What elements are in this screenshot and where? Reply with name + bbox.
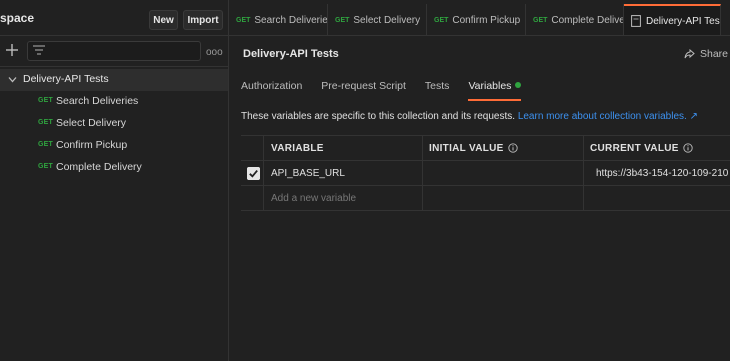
- tab-method: GET: [236, 16, 251, 24]
- learn-more-link[interactable]: Learn more about collection variables. ↗: [518, 111, 698, 122]
- share-icon: [684, 49, 695, 59]
- tab-pre-request-script[interactable]: Pre-request Script: [321, 80, 406, 100]
- sidebar-toolbar: ooo: [0, 36, 228, 67]
- info-icon[interactable]: [683, 143, 693, 153]
- description-text: These variables are specific to this col…: [241, 111, 516, 122]
- plus-icon[interactable]: [5, 43, 19, 57]
- request-method: GET: [38, 163, 53, 170]
- tab-tests[interactable]: Tests: [425, 80, 450, 100]
- tab-label: Confirm Pickup: [452, 14, 521, 26]
- sidebar: space New Import ooo Delivery-API Tests …: [0, 0, 229, 361]
- request-item-search-deliveries[interactable]: GET Search Deliveries: [0, 91, 228, 113]
- current-value: https://3b43-154-120-109-210: [596, 168, 729, 179]
- postman-app: space New Import ooo Delivery-API Tests …: [0, 0, 730, 361]
- request-tab-bar: GET Search Deliverie GET Select Delivery…: [229, 0, 730, 36]
- header-variable-cell: VARIABLE: [263, 136, 422, 161]
- table-header-row: VARIABLE INITIAL VALUE CURRENT VALUE: [241, 136, 730, 161]
- header-variable: VARIABLE: [271, 143, 324, 154]
- sidebar-search-input[interactable]: [27, 41, 201, 61]
- request-name: Select Delivery: [56, 117, 127, 129]
- checkbox-checked-icon[interactable]: [247, 167, 260, 180]
- share-label: Share: [700, 48, 729, 60]
- header-current-cell: CURRENT VALUE: [583, 136, 730, 161]
- add-variable-input[interactable]: Add a new variable: [271, 193, 356, 204]
- tab-confirm-pickup[interactable]: GET Confirm Pickup: [427, 4, 526, 35]
- request-method: GET: [38, 97, 53, 104]
- tab-label: Select Delivery: [353, 14, 421, 26]
- collection-item[interactable]: Delivery-API Tests: [0, 69, 228, 91]
- tab-label: Search Deliverie: [254, 14, 328, 26]
- filter-icon[interactable]: [33, 45, 45, 55]
- status-dot-icon: [515, 82, 522, 88]
- collection-doc-icon: [631, 15, 641, 27]
- variable-name-cell[interactable]: API_BASE_URL: [263, 161, 422, 186]
- tab-label: Complete Delive: [551, 14, 624, 26]
- request-item-confirm-pickup[interactable]: GET Confirm Pickup: [0, 135, 228, 157]
- header-current-label: CURRENT VALUE: [590, 143, 679, 154]
- row-checkbox-cell: [241, 161, 263, 186]
- request-method: GET: [38, 119, 53, 126]
- add-variable-cell[interactable]: Add a new variable: [263, 186, 422, 211]
- variables-description: These variables are specific to this col…: [241, 111, 698, 122]
- variables-table: VARIABLE INITIAL VALUE CURRENT VALUE API…: [241, 135, 730, 211]
- collection-editor: Delivery-API Tests Share Authorization P…: [229, 36, 730, 361]
- table-row: API_BASE_URL https://3b43-154-120-109-21…: [241, 161, 730, 186]
- tab-variables-label: Variables: [468, 80, 512, 92]
- tab-select-delivery[interactable]: GET Select Delivery: [328, 4, 427, 35]
- tab-complete-delivery[interactable]: GET Complete Delive: [526, 4, 624, 35]
- request-item-select-delivery[interactable]: GET Select Delivery: [0, 113, 228, 135]
- tab-label: Delivery-API Tes: [646, 15, 720, 27]
- request-item-complete-delivery[interactable]: GET Complete Delivery: [0, 157, 228, 179]
- chevron-down-icon[interactable]: [8, 75, 17, 84]
- new-button[interactable]: New: [149, 10, 178, 30]
- tab-authorization[interactable]: Authorization: [241, 80, 302, 100]
- info-icon[interactable]: [508, 143, 518, 153]
- header-initial-value: INITIAL VALUE: [429, 143, 518, 154]
- header-checkbox-cell: [241, 136, 263, 161]
- request-method: GET: [38, 141, 53, 148]
- collection-name: Delivery-API Tests: [23, 73, 109, 85]
- request-name: Complete Delivery: [56, 161, 142, 173]
- add-row-checkbox-cell: [241, 186, 263, 211]
- share-button[interactable]: Share: [684, 48, 728, 60]
- tab-method: GET: [533, 16, 548, 24]
- tab-method: GET: [434, 16, 449, 24]
- header-initial-cell: INITIAL VALUE: [422, 136, 583, 161]
- variable-name: API_BASE_URL: [271, 168, 345, 179]
- more-options-icon[interactable]: ooo: [206, 47, 223, 58]
- collection-subtabs: Authorization Pre-request Script Tests V…: [241, 80, 540, 101]
- request-name: Search Deliveries: [56, 95, 139, 107]
- workspace-header: space New Import: [0, 0, 228, 36]
- workspace-name: space: [0, 10, 35, 25]
- add-variable-row: Add a new variable: [241, 186, 730, 211]
- initial-value-cell[interactable]: [422, 161, 583, 186]
- collection-tree: Delivery-API Tests GET Search Deliveries…: [0, 69, 228, 179]
- tab-method: GET: [335, 16, 350, 24]
- header-initial-label: INITIAL VALUE: [429, 143, 504, 154]
- add-current-cell[interactable]: [583, 186, 730, 211]
- header-current-value: CURRENT VALUE: [590, 143, 693, 154]
- import-button[interactable]: Import: [183, 10, 223, 30]
- tab-search-deliveries[interactable]: GET Search Deliverie: [229, 4, 328, 35]
- request-name: Confirm Pickup: [56, 139, 128, 151]
- current-value-cell[interactable]: https://3b43-154-120-109-210: [583, 161, 730, 186]
- collection-title: Delivery-API Tests: [243, 48, 339, 60]
- tab-variables[interactable]: Variables: [468, 80, 522, 101]
- tab-delivery-api-tests[interactable]: Delivery-API Tes: [624, 4, 721, 35]
- add-initial-cell[interactable]: [422, 186, 583, 211]
